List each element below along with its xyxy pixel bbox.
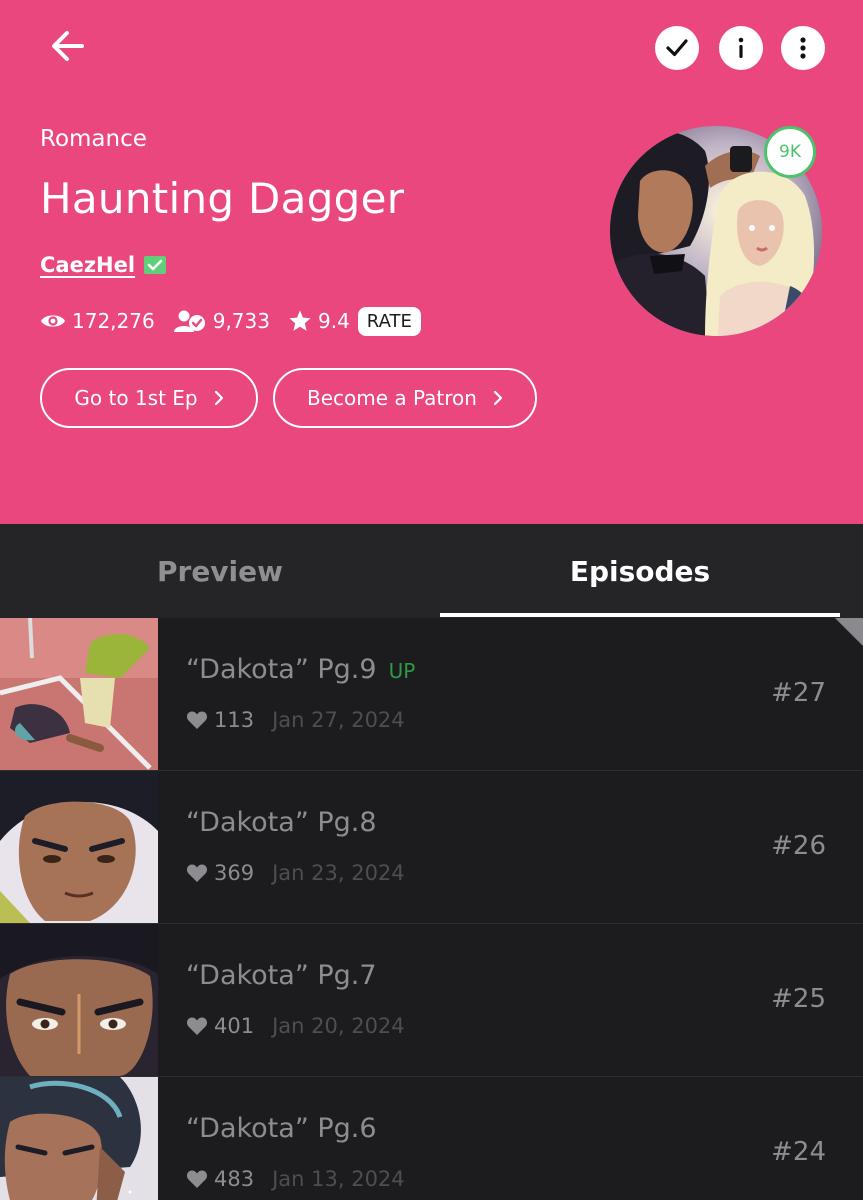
author-link[interactable]: CaezHel	[40, 253, 135, 277]
subscribers-count: 9,733	[212, 309, 270, 333]
heart-icon	[186, 864, 208, 882]
heart-icon	[186, 1170, 208, 1188]
rating-stat: 9.4	[288, 309, 350, 333]
eye-icon	[41, 315, 65, 327]
episode-row[interactable]: “Dakota” Pg.7 401 Jan 20, 2024 #25	[0, 924, 863, 1077]
episode-title: “Dakota” Pg.8	[186, 807, 377, 838]
tab-bar: Preview Episodes	[0, 524, 863, 618]
episode-likes: 401	[214, 1014, 255, 1038]
genre-label: Romance	[40, 126, 147, 152]
verified-badge-icon	[144, 256, 167, 274]
episode-number: #27	[771, 678, 826, 708]
subscriber-count-badge: 9K	[764, 126, 816, 178]
rating-value: 9.4	[317, 309, 350, 333]
arrow-left-icon	[52, 31, 84, 61]
become-patron-label: Become a Patron	[307, 386, 477, 410]
episode-thumbnail	[0, 1077, 158, 1200]
episode-row[interactable]: “Dakota” Pg.9 UP 113 Jan 27, 2024 #27	[0, 618, 863, 771]
episode-title-row: “Dakota” Pg.7	[186, 960, 377, 991]
episode-title-row: “Dakota” Pg.9 UP	[186, 654, 415, 685]
episode-thumbnail	[0, 618, 158, 770]
user-check-icon	[173, 310, 205, 332]
episode-row[interactable]: “Dakota” Pg.8 369 Jan 23, 2024 #26	[0, 771, 863, 924]
stats-row: 172,276 9,733 9.4 RATE	[40, 304, 421, 338]
episode-meta: 113 Jan 27, 2024	[186, 708, 405, 732]
heart-icon	[186, 711, 208, 729]
episode-title-row: “Dakota” Pg.8	[186, 807, 377, 838]
episode-title: “Dakota” Pg.9	[186, 654, 377, 685]
more-options-button[interactable]	[781, 26, 825, 70]
tab-episodes[interactable]: Episodes	[440, 524, 840, 618]
rate-button[interactable]: RATE	[357, 306, 421, 336]
episode-likes: 113	[214, 708, 255, 732]
episode-meta: 369 Jan 23, 2024	[186, 861, 405, 885]
episode-list: “Dakota” Pg.9 UP 113 Jan 27, 2024 #27 “D…	[0, 618, 863, 1200]
info-button[interactable]	[719, 26, 763, 70]
go-to-first-episode-button[interactable]: Go to 1st Ep	[40, 368, 258, 428]
heart-icon	[186, 1017, 208, 1035]
author-row: CaezHel	[40, 253, 167, 277]
back-button[interactable]	[46, 26, 90, 66]
episode-date: Jan 23, 2024	[272, 861, 405, 885]
episode-date: Jan 20, 2024	[272, 1014, 405, 1038]
episode-title-row: “Dakota” Pg.6	[186, 1113, 377, 1144]
episode-thumbnail	[0, 924, 158, 1076]
episode-title: “Dakota” Pg.6	[186, 1113, 377, 1144]
episode-title: “Dakota” Pg.7	[186, 960, 377, 991]
episode-row[interactable]: “Dakota” Pg.6 483 Jan 13, 2024 #24	[0, 1077, 863, 1200]
chevron-right-icon	[493, 390, 503, 406]
series-title: Haunting Dagger	[40, 174, 405, 223]
more-vertical-icon	[800, 37, 806, 59]
check-icon	[666, 39, 688, 57]
chevron-right-icon	[214, 390, 223, 406]
go-to-first-episode-label: Go to 1st Ep	[74, 386, 198, 410]
episode-meta: 483 Jan 13, 2024	[186, 1167, 405, 1191]
subscribe-button[interactable]	[655, 26, 699, 70]
episode-number: #24	[771, 1137, 826, 1167]
episode-thumbnail	[0, 771, 158, 923]
active-tab-indicator	[440, 613, 840, 617]
new-corner-marker-icon	[835, 618, 863, 646]
episode-date: Jan 13, 2024	[272, 1167, 405, 1191]
tab-preview[interactable]: Preview	[0, 524, 440, 618]
episode-likes: 369	[214, 861, 255, 885]
episode-number: #26	[771, 831, 826, 861]
info-icon	[738, 37, 744, 58]
series-header: Romance Haunting Dagger CaezHel 172,276 …	[0, 0, 863, 524]
subscribers-stat: 9,733	[173, 309, 270, 333]
star-icon	[289, 310, 311, 331]
episode-meta: 401 Jan 20, 2024	[186, 1014, 405, 1038]
become-patron-button[interactable]: Become a Patron	[273, 368, 537, 428]
episode-likes: 483	[214, 1167, 255, 1191]
episode-number: #25	[771, 984, 826, 1014]
episode-up-badge: UP	[388, 659, 416, 683]
episode-date: Jan 27, 2024	[272, 708, 405, 732]
views-count: 172,276	[72, 309, 155, 333]
views-stat: 172,276	[40, 309, 155, 333]
